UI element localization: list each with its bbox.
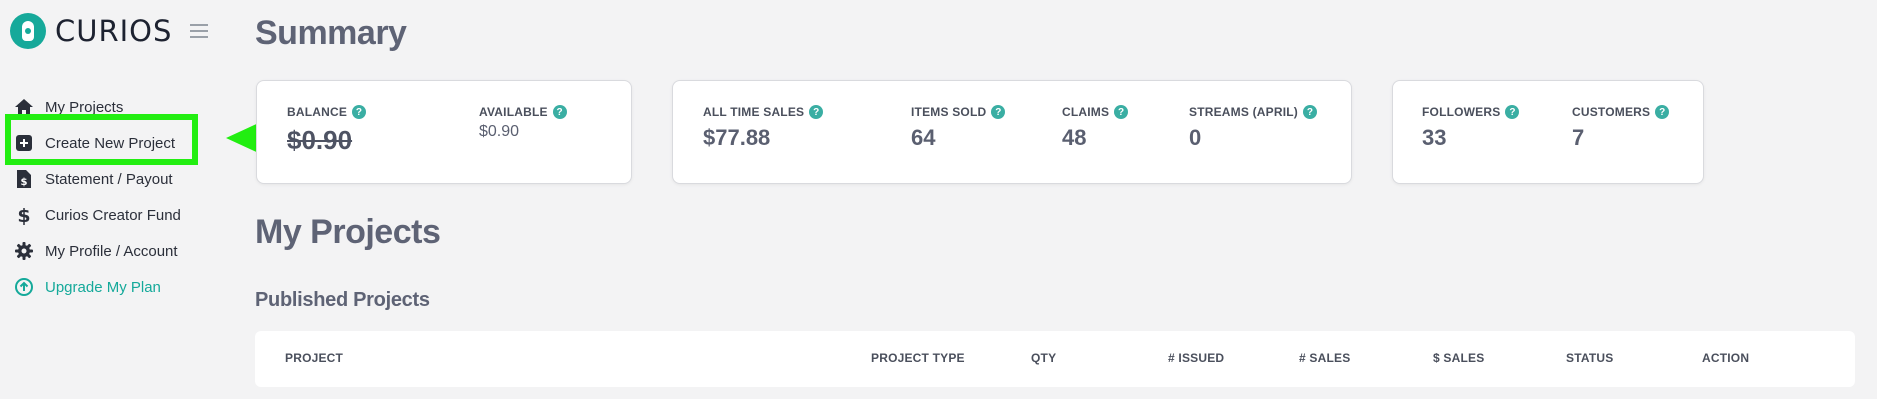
stat-value: $0.90: [479, 123, 520, 140]
stat-all-time-sales: ALL TIME SALES? $77.88: [703, 105, 824, 151]
column-header-status[interactable]: STATUS: [1566, 351, 1613, 365]
sidebar-item-creator-fund[interactable]: $ Curios Creator Fund: [14, 197, 181, 233]
stat-label: AVAILABLE: [479, 105, 548, 119]
gear-icon: [14, 241, 34, 261]
stat-label: STREAMS (APRIL): [1189, 105, 1298, 119]
column-header-project[interactable]: PROJECT: [285, 351, 343, 365]
svg-text:$: $: [17, 205, 30, 225]
help-icon[interactable]: ?: [1655, 105, 1670, 119]
sidebar-item-upgrade-plan[interactable]: Upgrade My Plan: [14, 269, 181, 305]
stat-value: $0.90: [287, 125, 353, 155]
sidebar-item-statement-payout[interactable]: $ Statement / Payout: [14, 161, 181, 197]
logo[interactable]: CURIOS: [10, 13, 172, 49]
highlight-box: [5, 114, 198, 165]
stat-label: CLAIMS: [1062, 105, 1110, 119]
stat-items-sold: ITEMS SOLD? 64: [911, 105, 1006, 151]
stat-balance: BALANCE? $0.90: [287, 105, 367, 156]
stat-value: $77.88: [703, 125, 771, 150]
column-header-sales-amount[interactable]: $ SALES: [1433, 351, 1484, 365]
brand-name: CURIOS: [55, 14, 173, 48]
stat-value: 48: [1062, 125, 1087, 150]
help-icon[interactable]: ?: [809, 105, 824, 119]
stat-label: BALANCE: [287, 105, 348, 119]
stat-value: 64: [911, 125, 936, 150]
audience-card: FOLLOWERS? 33 CUSTOMERS? 7: [1392, 80, 1704, 184]
sales-card: ALL TIME SALES? $77.88 ITEMS SOLD? 64 CL…: [672, 80, 1352, 184]
stat-value: 7: [1572, 125, 1585, 150]
help-icon[interactable]: ?: [1303, 105, 1317, 119]
stat-streams: STREAMS (APRIL)? 0: [1189, 105, 1317, 151]
projects-table: PROJECT PROJECT TYPE QTY # ISSUED # SALE…: [255, 331, 1855, 387]
published-projects-title: Published Projects: [255, 289, 430, 311]
stat-value: 33: [1422, 125, 1447, 150]
sidebar-item-label: My Projects: [45, 98, 124, 116]
arrow-up-circle-icon: [14, 277, 34, 297]
stat-value: 0: [1189, 125, 1202, 150]
stat-label: CUSTOMERS: [1572, 105, 1651, 119]
stat-available: AVAILABLE? $0.90: [479, 105, 567, 141]
column-header-qty[interactable]: QTY: [1031, 351, 1056, 365]
summary-title: Summary: [255, 14, 407, 52]
column-header-issued[interactable]: # ISSUED: [1168, 351, 1224, 365]
stat-label: ITEMS SOLD: [911, 105, 987, 119]
stat-label: ALL TIME SALES: [703, 105, 805, 119]
sidebar-item-label: My Profile / Account: [45, 242, 178, 260]
stat-claims: CLAIMS? 48: [1062, 105, 1129, 151]
help-icon[interactable]: ?: [352, 105, 367, 119]
help-icon[interactable]: ?: [1505, 105, 1520, 119]
column-header-project-type[interactable]: PROJECT TYPE: [871, 351, 965, 365]
column-header-sales-count[interactable]: # SALES: [1299, 351, 1350, 365]
help-icon[interactable]: ?: [991, 105, 1006, 119]
sidebar: CURIOS My Projects Create New Project $ …: [0, 0, 230, 399]
sidebar-item-label: Curios Creator Fund: [45, 206, 181, 224]
help-icon[interactable]: ?: [552, 105, 567, 119]
column-header-action[interactable]: ACTION: [1702, 351, 1749, 365]
dollar-document-icon: $: [14, 169, 34, 189]
dollar-icon: $: [14, 205, 34, 225]
sidebar-item-profile-account[interactable]: My Profile / Account: [14, 233, 181, 269]
logo-icon: [10, 13, 46, 49]
sidebar-item-label: Upgrade My Plan: [45, 278, 161, 296]
stat-customers: CUSTOMERS? 7: [1572, 105, 1670, 151]
stat-followers: FOLLOWERS? 33: [1422, 105, 1520, 151]
stat-label: FOLLOWERS: [1422, 105, 1501, 119]
my-projects-title: My Projects: [255, 213, 441, 251]
svg-text:$: $: [21, 177, 28, 188]
sidebar-item-label: Statement / Payout: [45, 170, 173, 188]
help-icon[interactable]: ?: [1114, 105, 1129, 119]
menu-icon[interactable]: [190, 24, 208, 38]
balance-card: BALANCE? $0.90 AVAILABLE? $0.90: [256, 80, 632, 184]
